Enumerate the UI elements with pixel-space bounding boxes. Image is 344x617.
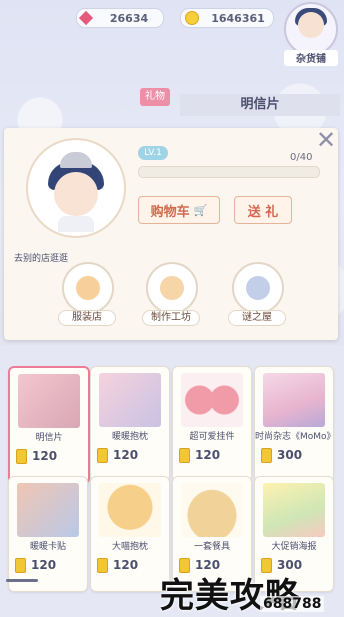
shop-mystery-label[interactable]: 谜之屋 [228,310,286,326]
charm-image [181,373,243,427]
level-badge: LV.1 [138,146,168,160]
gem-value: 26634 [109,11,149,25]
tableware-image [181,483,243,537]
send-gift-button[interactable]: 送 礼 [234,196,292,224]
cart-icon: 🛒 [193,203,208,217]
item-name: 一套餐具 [193,542,230,552]
scroll-indicator[interactable] [6,579,38,582]
close-icon[interactable]: ✕ [313,128,339,154]
item-card[interactable]: 大喵抱枕 120 [90,476,170,592]
gift-tag[interactable]: 礼物 [140,88,170,106]
item-name: 大促销海报 [271,542,317,552]
shop-clothing-icon[interactable] [62,262,114,314]
item-price: 120 [113,558,139,572]
item-name: 暖暖抱枕 [111,432,148,442]
owner-portrait [26,138,126,238]
coin-value: 1646361 [211,11,265,25]
item-price: 120 [195,448,221,462]
postcard-image [18,374,80,428]
sale-poster-image [263,483,325,537]
cat-pillow-image [99,483,161,537]
item-card[interactable]: 暖暖抱枕 120 [90,366,170,482]
sticker-card-image [17,483,79,537]
magazine-image [263,373,325,427]
item-price: 120 [31,558,57,572]
item-name: 明信片 [35,433,63,443]
gem-icon [78,10,94,26]
shop-mystery-icon[interactable] [232,262,284,314]
item-card[interactable]: 时尚杂志《MoMo》 300 [254,366,334,482]
shop-workshop-icon[interactable] [146,262,198,314]
send-gift-label: 送 礼 [247,204,279,220]
item-price: 120 [113,448,139,462]
progress-bar [138,166,320,178]
cart-button[interactable]: 购物车 🛒 [138,196,220,224]
shop-workshop-label[interactable]: 制作工坊 [142,310,200,326]
visit-other-shops-label: 去别的店逛逛 [14,254,69,264]
coin-icon [261,447,272,463]
shop-clothing-label[interactable]: 服装店 [58,310,116,326]
coin-icon [16,448,27,464]
item-card[interactable]: 明信片 120 [8,366,90,484]
item-price: 300 [277,448,303,462]
coin-icon [15,557,26,573]
coin-icon [179,447,190,463]
coin-icon [185,11,199,25]
gem-counter[interactable]: 26634 [76,8,164,28]
shop-owner-label: 杂货铺 [284,50,338,66]
coin-icon [97,447,108,463]
shop-owner-avatar[interactable] [284,2,338,56]
progress-text: 0/40 [290,152,313,163]
watermark-number: 688788 [260,596,325,612]
item-name: 暖暖卡贴 [29,542,66,552]
item-name: 大喵抱枕 [111,542,148,552]
item-name: 超可爱挂件 [189,432,235,442]
item-card[interactable]: 暖暖卡贴 120 [8,476,88,592]
item-title: 明信片 [180,94,340,116]
pillow-image [99,373,161,427]
cart-button-label: 购物车 [150,204,190,220]
item-price: 120 [32,449,58,463]
coin-counter[interactable]: 1646361 [180,8,274,28]
item-name: 时尚杂志《MoMo》 [255,432,333,442]
item-card[interactable]: 超可爱挂件 120 [172,366,252,482]
coin-icon [97,557,108,573]
